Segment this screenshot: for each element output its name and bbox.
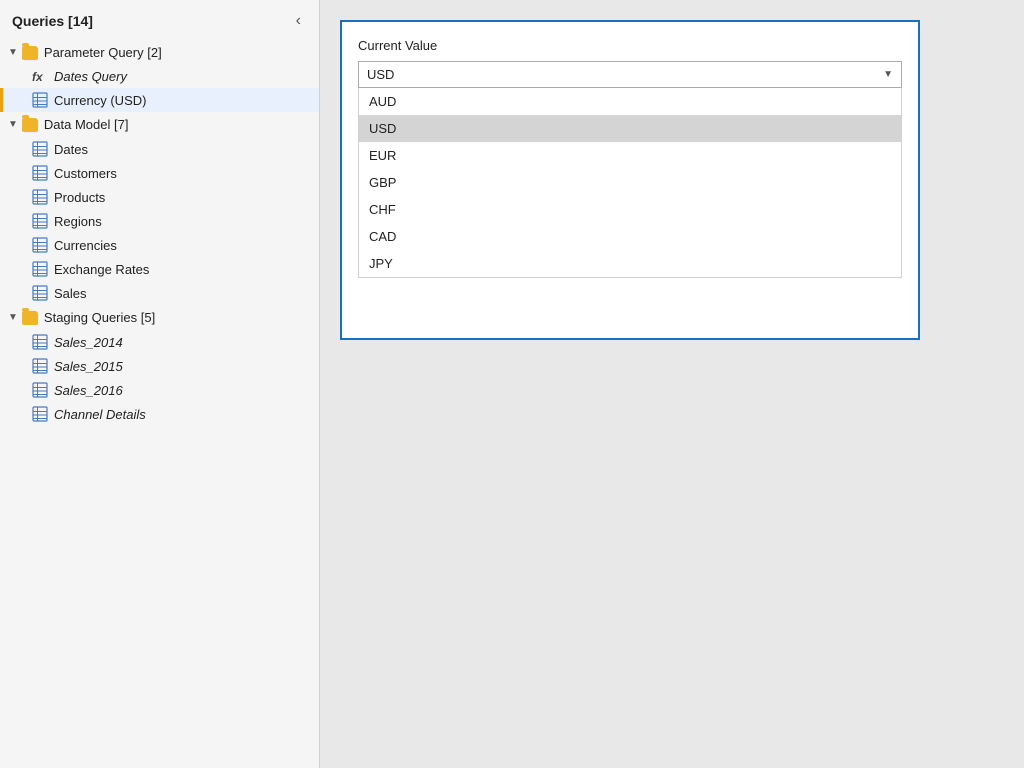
- table-icon: [32, 382, 48, 398]
- sidebar: Queries [14] ‹ ▼ Parameter Query [2]fx D…: [0, 0, 320, 768]
- item-label: Customers: [54, 166, 117, 181]
- sidebar-item-2-2[interactable]: Sales_2016: [0, 378, 319, 402]
- dropdown-option-0[interactable]: AUD: [359, 88, 901, 115]
- folder-icon: [22, 118, 38, 132]
- sidebar-item-1-3[interactable]: Regions: [0, 209, 319, 233]
- dropdown-option-3[interactable]: GBP: [359, 169, 901, 196]
- sidebar-item-2-1[interactable]: Sales_2015: [0, 354, 319, 378]
- sidebar-item-1-4[interactable]: Currencies: [0, 233, 319, 257]
- sidebar-item-1-0[interactable]: Dates: [0, 137, 319, 161]
- dropdown-option-4[interactable]: CHF: [359, 196, 901, 223]
- item-label: Sales: [54, 286, 87, 301]
- folder-icon: [22, 311, 38, 325]
- item-label: Products: [54, 190, 105, 205]
- group-label: Data Model [7]: [44, 117, 129, 132]
- dropdown-option-5[interactable]: CAD: [359, 223, 901, 250]
- fx-icon: fx: [32, 70, 48, 84]
- panel-label: Current Value: [358, 38, 902, 53]
- item-label: Dates: [54, 142, 88, 157]
- sidebar-group-0: ▼ Parameter Query [2]fx Dates Query Curr…: [0, 40, 319, 112]
- group-label: Parameter Query [2]: [44, 45, 162, 60]
- collapse-button[interactable]: ‹: [290, 10, 307, 32]
- sidebar-item-2-0[interactable]: Sales_2014: [0, 330, 319, 354]
- folder-icon: [22, 46, 38, 60]
- sidebar-item-0-1[interactable]: Currency (USD): [0, 88, 319, 112]
- item-label: Sales_2016: [54, 383, 123, 398]
- queries-title: Queries [14]: [12, 13, 93, 29]
- group-header-1[interactable]: ▼ Data Model [7]: [0, 112, 319, 137]
- item-label: Currency (USD): [54, 93, 146, 108]
- table-icon: [32, 92, 48, 108]
- table-icon: [32, 189, 48, 205]
- table-icon: [32, 237, 48, 253]
- item-label: Regions: [54, 214, 102, 229]
- group-label: Staging Queries [5]: [44, 310, 155, 325]
- sidebar-item-2-3[interactable]: Channel Details: [0, 402, 319, 426]
- sidebar-item-1-1[interactable]: Customers: [0, 161, 319, 185]
- item-label: Currencies: [54, 238, 117, 253]
- sidebar-group-2: ▼ Staging Queries [5] Sales_2014: [0, 305, 319, 426]
- sidebar-header: Queries [14] ‹: [0, 0, 319, 40]
- table-icon: [32, 213, 48, 229]
- sidebar-item-1-2[interactable]: Products: [0, 185, 319, 209]
- table-icon: [32, 358, 48, 374]
- sidebar-group-1: ▼ Data Model [7] Dates: [0, 112, 319, 305]
- sidebar-item-0-0[interactable]: fx Dates Query: [0, 65, 319, 88]
- table-icon: [32, 261, 48, 277]
- table-icon: [32, 165, 48, 181]
- table-icon: [32, 285, 48, 301]
- sidebar-groups: ▼ Parameter Query [2]fx Dates Query Curr…: [0, 40, 319, 426]
- currency-dropdown-list: AUDUSDEURGBPCHFCADJPY: [358, 88, 902, 278]
- dropdown-arrow-icon: ▼: [883, 69, 893, 80]
- table-icon: [32, 334, 48, 350]
- arrow-icon: ▼: [8, 312, 18, 323]
- currency-select[interactable]: USD ▼: [358, 61, 902, 88]
- item-label: Exchange Rates: [54, 262, 149, 277]
- arrow-icon: ▼: [8, 47, 18, 58]
- dropdown-panel: Current Value USD ▼ AUDUSDEURGBPCHFCADJP…: [340, 20, 920, 340]
- table-icon: [32, 141, 48, 157]
- item-label: Dates Query: [54, 69, 127, 84]
- sidebar-item-1-5[interactable]: Exchange Rates: [0, 257, 319, 281]
- item-label: Channel Details: [54, 407, 146, 422]
- dropdown-option-6[interactable]: JPY: [359, 250, 901, 277]
- main-content: Current Value USD ▼ AUDUSDEURGBPCHFCADJP…: [320, 0, 1024, 768]
- selected-value: USD: [367, 67, 883, 82]
- dropdown-option-1[interactable]: USD: [359, 115, 901, 142]
- table-icon: [32, 406, 48, 422]
- group-header-0[interactable]: ▼ Parameter Query [2]: [0, 40, 319, 65]
- sidebar-item-1-6[interactable]: Sales: [0, 281, 319, 305]
- arrow-icon: ▼: [8, 119, 18, 130]
- item-label: Sales_2014: [54, 335, 123, 350]
- item-label: Sales_2015: [54, 359, 123, 374]
- group-header-2[interactable]: ▼ Staging Queries [5]: [0, 305, 319, 330]
- dropdown-option-2[interactable]: EUR: [359, 142, 901, 169]
